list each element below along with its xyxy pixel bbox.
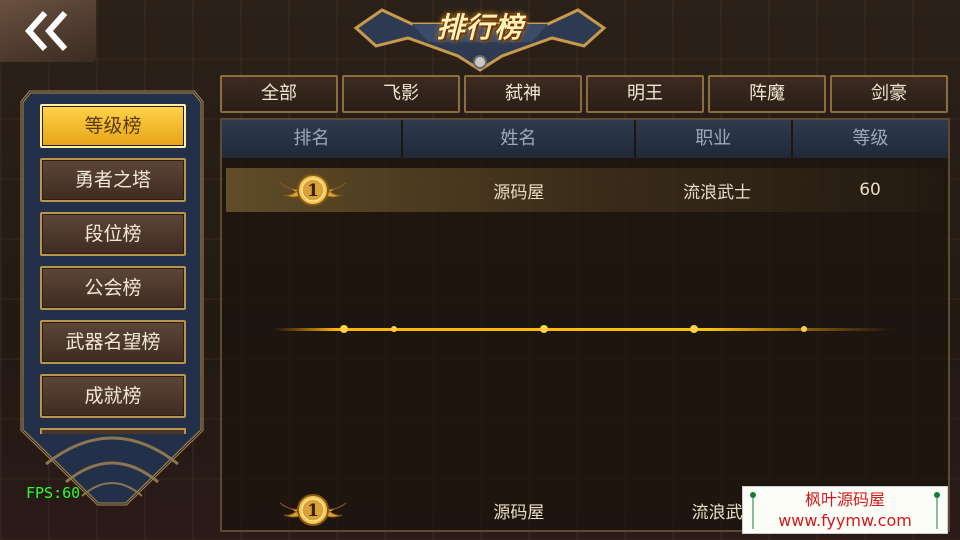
- tab-zhenmo[interactable]: 阵魔: [708, 75, 826, 113]
- category-list: 等级榜 勇者之塔 段位榜 公会榜 武器名望榜 成就榜: [40, 104, 186, 434]
- double-chevron-left-icon: [24, 11, 68, 51]
- table-header: 排名 姓名 职业 等级: [222, 120, 948, 158]
- class-tabs: 全部 飞影 弑神 明王 阵魔 剑豪: [220, 75, 950, 113]
- category-level[interactable]: 等级榜: [40, 104, 186, 148]
- tab-feiying[interactable]: 飞影: [342, 75, 460, 113]
- rank-number: 1: [307, 501, 319, 521]
- col-job: 职业: [635, 120, 791, 158]
- title-banner: 排行榜: [352, 0, 608, 72]
- rank-number: 1: [307, 181, 319, 201]
- rank-cell: 1: [226, 493, 400, 527]
- col-name: 姓名: [403, 120, 634, 158]
- category-panel: 等级榜 勇者之塔 段位榜 公会榜 武器名望榜 成就榜: [16, 72, 208, 512]
- category-more-peek[interactable]: [40, 428, 186, 434]
- table-row[interactable]: 1 源码屋 流浪武士 60: [226, 168, 944, 212]
- rank-cell: 1: [226, 173, 400, 207]
- tab-mingwang[interactable]: 明王: [586, 75, 704, 113]
- player-level: 60: [859, 180, 881, 200]
- rank-medal-icon: 1: [279, 174, 347, 206]
- rank-medal-icon: 1: [279, 494, 347, 526]
- tab-jianhao[interactable]: 剑豪: [830, 75, 948, 113]
- my-name: 源码屋: [493, 502, 545, 523]
- tab-shishen[interactable]: 弑神: [464, 75, 582, 113]
- page-title: 排行榜: [436, 11, 524, 44]
- pin-icon: [934, 492, 940, 529]
- back-button[interactable]: [0, 0, 96, 62]
- watermark-url: www.fyymw.com: [778, 511, 912, 530]
- fps-counter: FPS:60: [26, 484, 81, 502]
- tab-all[interactable]: 全部: [220, 75, 338, 113]
- watermark: 枫叶源码屋 www.fyymw.com: [742, 486, 948, 534]
- player-name: 源码屋: [493, 182, 545, 203]
- col-rank: 排名: [222, 120, 401, 158]
- category-rank-tier[interactable]: 段位榜: [40, 212, 186, 256]
- category-weapon-fame[interactable]: 武器名望榜: [40, 320, 186, 364]
- col-level: 等级: [792, 120, 948, 158]
- highlight-glow-line: [274, 325, 894, 333]
- watermark-title: 枫叶源码屋: [804, 490, 885, 509]
- ranking-table: 排名 姓名 职业 等级 1 源码屋 流浪武士 60 1 源码屋 流浪武: [220, 118, 950, 532]
- pin-icon: [750, 492, 756, 529]
- category-achievement[interactable]: 成就榜: [40, 374, 186, 418]
- player-job: 流浪武士: [683, 182, 752, 203]
- category-tower[interactable]: 勇者之塔: [40, 158, 186, 202]
- category-guild[interactable]: 公会榜: [40, 266, 186, 310]
